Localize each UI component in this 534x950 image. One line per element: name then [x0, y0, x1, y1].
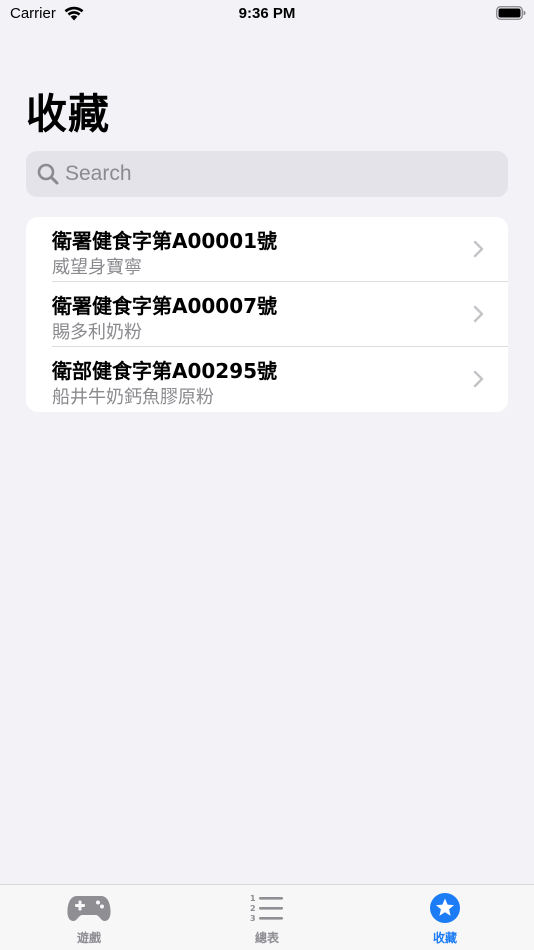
list-item-title: 衛署健食字第A00007號 [52, 294, 278, 318]
tab-label: 總表 [254, 931, 279, 945]
battery-icon [496, 6, 526, 20]
svg-text:1: 1 [250, 894, 256, 903]
list-item[interactable]: 衛署健食字第A00007號 賜多利奶粉 [26, 282, 508, 347]
search-input[interactable] [65, 151, 495, 197]
tab-label: 遊戲 [76, 931, 101, 945]
list-item[interactable]: 衛署健食字第A00001號 威望身寶寧 [26, 217, 508, 282]
list-item-title: 衛部健食字第A00295號 [52, 359, 278, 383]
app-screen: Carrier 9:36 PM 收藏 衛署健食字第A00001號 威望身寶寧 [0, 0, 534, 950]
tab-bar: 遊戲 1 2 3 總表 收藏 [0, 884, 534, 950]
svg-text:3: 3 [250, 914, 256, 923]
chevron-right-icon [473, 305, 484, 323]
star-circle-icon [430, 893, 460, 923]
search-icon [37, 163, 59, 185]
search-bar[interactable] [26, 151, 508, 197]
favorites-list: 衛署健食字第A00001號 威望身寶寧 衛署健食字第A00007號 賜多利奶粉 … [26, 217, 508, 412]
tab-favorites[interactable]: 收藏 [356, 885, 534, 950]
list-item-subtitle: 威望身寶寧 [52, 257, 142, 278]
list-item-subtitle: 賜多利奶粉 [52, 322, 142, 343]
chevron-right-icon [473, 370, 484, 388]
tab-list[interactable]: 1 2 3 總表 [178, 885, 356, 950]
page-title: 收藏 [26, 90, 110, 138]
gamecontroller-icon [67, 896, 111, 921]
svg-text:2: 2 [250, 904, 256, 913]
list-item-title: 衛署健食字第A00001號 [52, 229, 278, 253]
numbered-list-icon: 1 2 3 [250, 894, 283, 923]
list-item-subtitle: 船井牛奶鈣魚膠原粉 [52, 387, 214, 408]
status-time: 9:36 PM [238, 5, 296, 22]
status-bar: Carrier 9:36 PM [0, 0, 534, 28]
list-item[interactable]: 衛部健食字第A00295號 船井牛奶鈣魚膠原粉 [26, 347, 508, 412]
tab-label: 收藏 [432, 931, 457, 945]
chevron-right-icon [473, 240, 484, 258]
tab-games[interactable]: 遊戲 [0, 885, 178, 950]
